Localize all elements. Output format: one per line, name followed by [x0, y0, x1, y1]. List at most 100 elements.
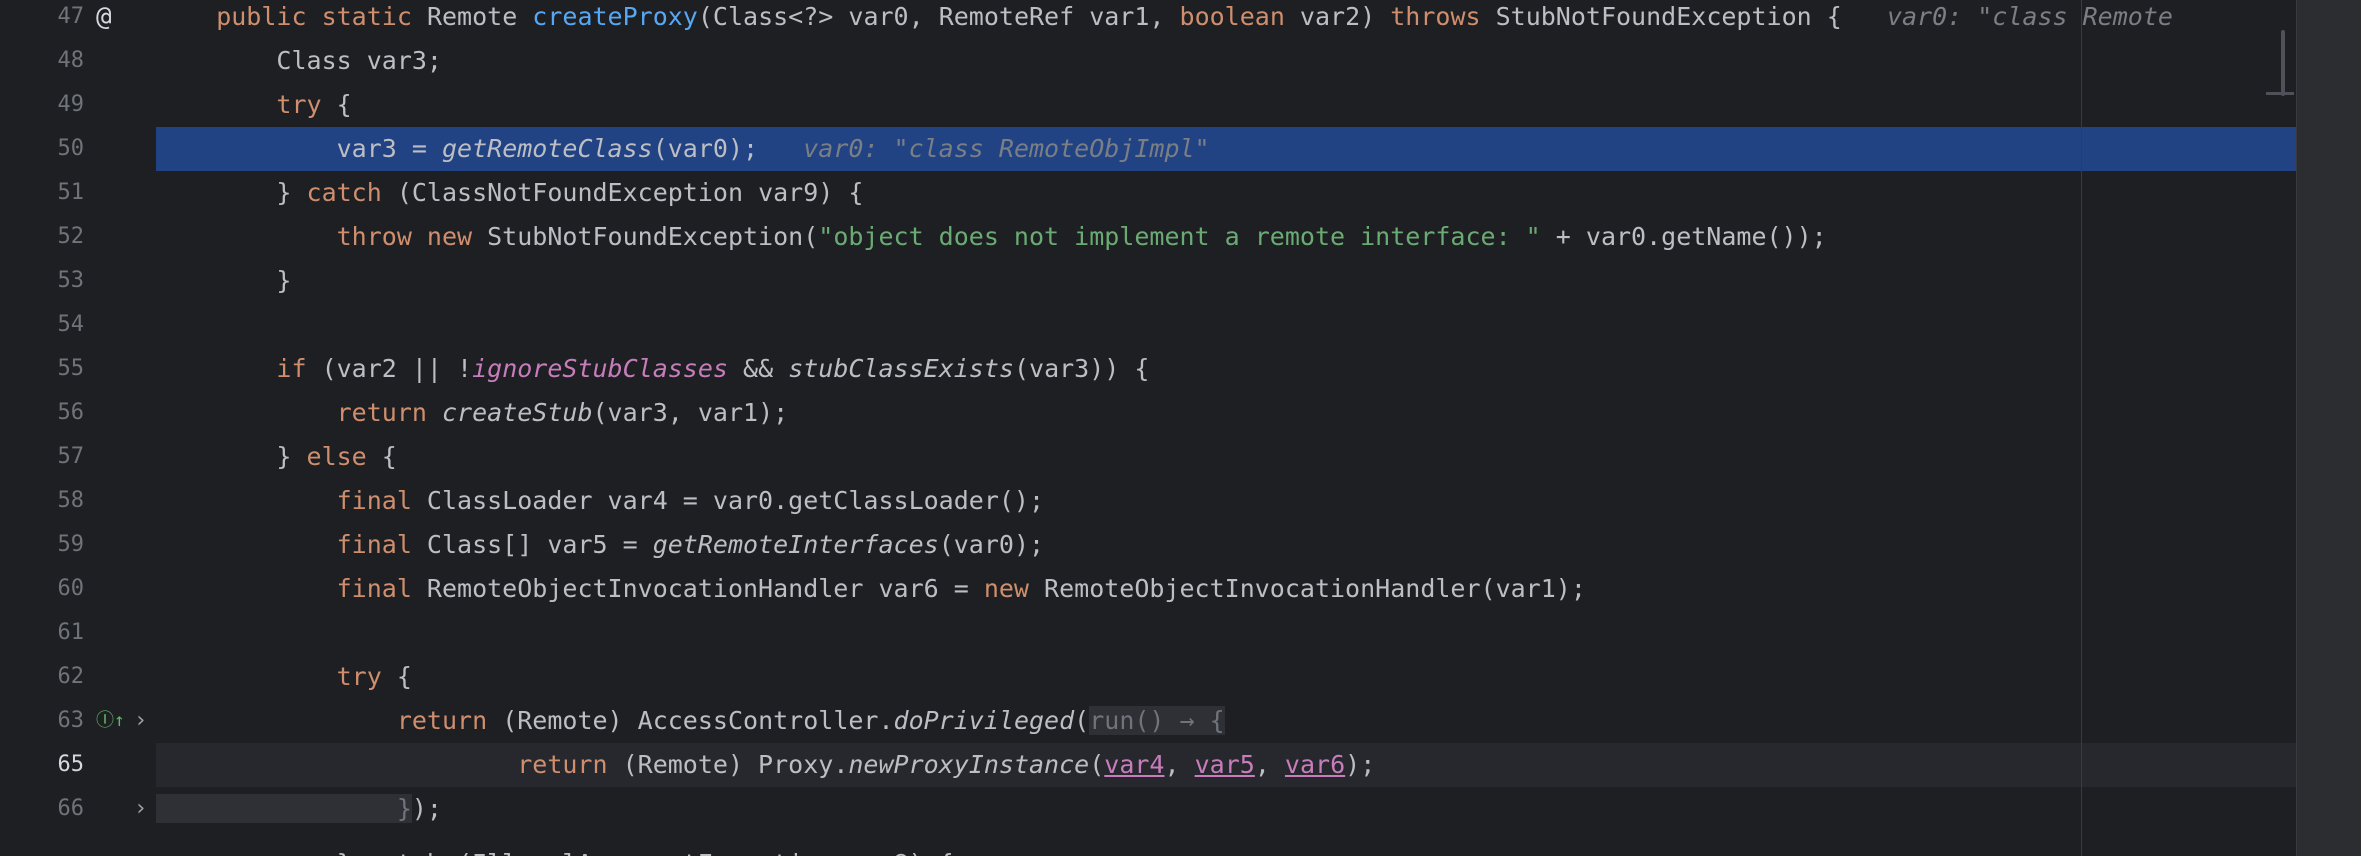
code-text[interactable]: throw new StubNotFoundException("object …: [156, 215, 1827, 259]
code-token: }: [156, 266, 292, 295]
code-editor[interactable]: 47 @ public static Remote createProxy(Cla…: [0, 0, 2361, 856]
scrollbar-thumb[interactable]: [2281, 30, 2285, 96]
line-number[interactable]: 57: [10, 435, 85, 479]
fold-chevron-icon[interactable]: ›: [134, 787, 147, 831]
code-text[interactable]: return createStub(var3, var1);: [156, 391, 789, 435]
code-text[interactable]: public static Remote createProxy(Class<?…: [156, 0, 2173, 39]
code-line-54[interactable]: 54: [0, 303, 2296, 347]
code-token: stubClassExists: [788, 354, 1014, 383]
line-number[interactable]: 55: [10, 347, 85, 391]
code-line-51[interactable]: 51 } catch (ClassNotFoundException var9)…: [0, 171, 2296, 215]
code-token: (: [1089, 750, 1105, 779]
code-token: run() → {: [1089, 706, 1225, 735]
code-token: Class var3;: [156, 46, 442, 75]
code-text[interactable]: try {: [156, 655, 412, 699]
line-number[interactable]: 63: [10, 699, 85, 743]
line-number[interactable]: 54: [10, 303, 85, 347]
line-number[interactable]: 60: [10, 567, 85, 611]
code-token: (var3)) {: [1013, 354, 1150, 383]
code-token: }: [156, 178, 307, 207]
code-line-52[interactable]: 52 throw new StubNotFoundException("obje…: [0, 215, 2296, 259]
line-number[interactable]: 47: [10, 0, 85, 39]
code-token: Remote: [426, 2, 533, 31]
code-token: getRemoteClass: [441, 134, 653, 163]
code-text[interactable]: final Class[] var5 = getRemoteInterfaces…: [156, 523, 1044, 567]
code-token: ,: [1254, 750, 1285, 779]
right-margin-guide: [2081, 0, 2082, 856]
code-text[interactable]: } else {: [156, 435, 396, 479]
code-line-66[interactable]: 66 › });: [0, 787, 2296, 831]
line-number[interactable]: 59: [10, 523, 85, 567]
code-token: }: [156, 794, 412, 823]
code-line-59[interactable]: 59 final Class[] var5 = getRemoteInterfa…: [0, 523, 2296, 567]
code-text[interactable]: }: [156, 259, 291, 303]
code-text[interactable]: final ClassLoader var4 = var0.getClassLo…: [156, 479, 1044, 523]
code-text[interactable]: });: [156, 787, 442, 831]
line-number[interactable]: 66: [10, 787, 85, 831]
code-token: getRemoteInterfaces: [652, 530, 939, 559]
line-number[interactable]: 48: [10, 39, 85, 83]
code-token: createProxy: [532, 2, 698, 31]
line-number[interactable]: 58: [10, 479, 85, 523]
code-token: }: [156, 442, 307, 471]
line-number[interactable]: 56: [10, 391, 85, 435]
code-line-47[interactable]: 47 @ public static Remote createProxy(Cla…: [0, 0, 2296, 39]
code-token: (ClassNotFoundException var9) {: [381, 178, 864, 207]
code-text[interactable]: final RemoteObjectInvocationHandler var6…: [156, 567, 1586, 611]
code-token: final: [156, 530, 412, 559]
line-number[interactable]: 61: [10, 611, 85, 655]
code-token: var5: [1194, 750, 1255, 779]
code-token: RemoteObjectInvocationHandler(var1);: [1028, 574, 1586, 603]
code-token: Class[] var5 =: [411, 530, 653, 559]
code-token: newProxyInstance: [848, 750, 1090, 779]
code-line-55[interactable]: 55 if (var2 || !ignoreStubClasses && stu…: [0, 347, 2296, 391]
code-token: (Class<?> var0, RemoteRef var1,: [697, 2, 1180, 31]
right-tool-strip: ⚇: [2296, 0, 2361, 856]
fold-chevron-icon[interactable]: ›: [134, 699, 147, 743]
code-line-63[interactable]: 63 Ⓘ↑ › return (Remote) AccessController.d…: [0, 699, 2296, 743]
code-text[interactable]: return (Remote) AccessController.doPrivi…: [156, 699, 1225, 743]
code-token: (var2 || !: [306, 354, 473, 383]
code-token: (var0);: [652, 134, 789, 163]
code-token: RemoteObjectInvocationHandler var6 =: [411, 574, 984, 603]
line-number[interactable]: 52: [10, 215, 85, 259]
code-token: ,: [1164, 750, 1195, 779]
code-text[interactable]: if (var2 || !ignoreStubClasses && stubCl…: [156, 347, 1149, 391]
line-number[interactable]: 62: [10, 655, 85, 699]
code-token: var0: "class RemoteObjImpl": [788, 134, 1210, 163]
at-icon[interactable]: @: [96, 0, 112, 39]
code-line-53[interactable]: 53 }: [0, 259, 2296, 303]
line-number[interactable]: 53: [10, 259, 85, 303]
code-token: if: [156, 354, 307, 383]
code-token: doPrivileged: [893, 706, 1075, 735]
code-text[interactable]: return (Remote) Proxy.newProxyInstance(v…: [156, 743, 1375, 787]
code-text[interactable]: var3 = getRemoteClass(var0); var0: "clas…: [156, 127, 1210, 171]
code-token: + var0.getName());: [1540, 222, 1827, 251]
code-token: {: [321, 90, 352, 119]
line-number[interactable]: 49: [10, 83, 85, 127]
code-line-58[interactable]: 58 final ClassLoader var4 = var0.getClas…: [0, 479, 2296, 523]
line-number[interactable]: 50: [10, 127, 85, 171]
code-line-60[interactable]: 60 final RemoteObjectInvocationHandler v…: [0, 567, 2296, 611]
code-line-49[interactable]: 49 try {: [0, 83, 2296, 127]
code-token: boolean: [1179, 2, 1285, 31]
code-token: var2): [1284, 2, 1391, 31]
code-line-61[interactable]: 61: [0, 611, 2296, 655]
code-line-65[interactable]: 65 return (Remote) Proxy.newProxyInstanc…: [0, 743, 2296, 787]
code-text[interactable]: try {: [156, 83, 352, 127]
code-line-57[interactable]: 57 } else {: [0, 435, 2296, 479]
line-number[interactable]: 65: [10, 743, 85, 787]
code-token: );: [1345, 750, 1376, 779]
code-token: throws: [1390, 2, 1481, 31]
line-number[interactable]: 51: [10, 171, 85, 215]
code-line-62[interactable]: 62 try {: [0, 655, 2296, 699]
code-line-56[interactable]: 56 return createStub(var3, var1);: [0, 391, 2296, 435]
code-token: var3 =: [156, 134, 442, 163]
code-text[interactable]: } catch (ClassNotFoundException var9) {: [156, 171, 863, 215]
code-line-50[interactable]: 50 var3 = getRemoteClass(var0); var0: "c…: [0, 127, 2296, 171]
code-token: (: [1074, 706, 1090, 735]
code-text[interactable]: Class var3;: [156, 39, 442, 83]
code-token: StubNotFoundException {: [1480, 2, 1872, 31]
implement-override-icon[interactable]: Ⓘ↑: [96, 699, 125, 743]
code-line-48[interactable]: 48 Class var3;: [0, 39, 2296, 83]
